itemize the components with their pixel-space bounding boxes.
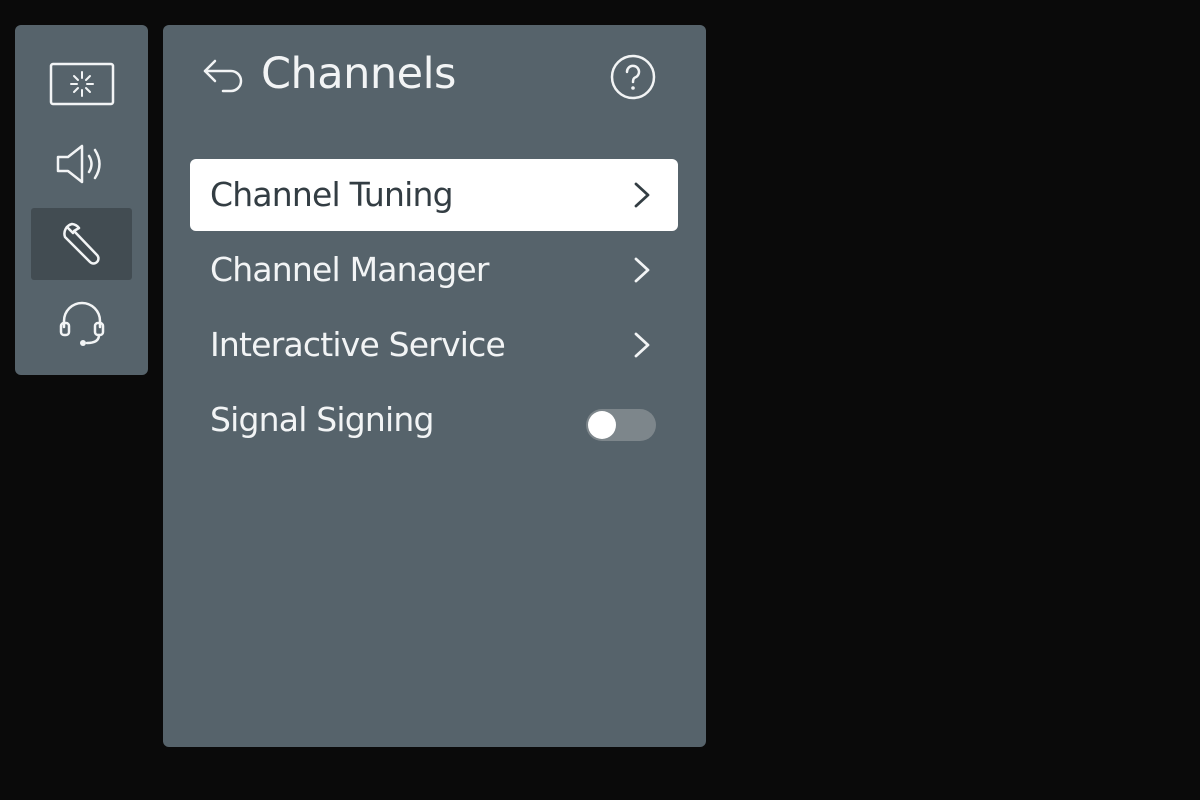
toggle-knob	[588, 411, 616, 439]
rail-item-support[interactable]	[31, 288, 132, 360]
menu-item-label: Signal Signing	[210, 400, 434, 439]
menu-item-signal-signing[interactable]: Signal Signing	[190, 384, 678, 456]
channels-panel: Channels Channel Tuning Channel Manager	[163, 25, 706, 747]
speaker-icon	[56, 144, 101, 184]
menu-item-label: Channel Tuning	[210, 175, 454, 214]
settings-menu: Channel Tuning Channel Manager Interacti…	[190, 159, 678, 459]
signal-signing-toggle[interactable]	[586, 409, 656, 441]
tv-settings-screen: Channels Channel Tuning Channel Manager	[0, 0, 1200, 800]
menu-item-interactive-service[interactable]: Interactive Service	[190, 309, 678, 381]
rail-item-sound[interactable]	[31, 128, 132, 200]
back-arrow-icon[interactable]	[201, 55, 247, 95]
picture-icon	[49, 62, 114, 106]
chevron-right-icon	[634, 257, 650, 283]
panel-header: Channels	[201, 45, 668, 105]
headset-icon	[59, 301, 104, 346]
chevron-right-icon	[634, 182, 650, 208]
wrench-icon	[62, 222, 100, 265]
menu-item-channel-manager[interactable]: Channel Manager	[190, 234, 678, 306]
page-title: Channels	[261, 49, 456, 99]
rail-item-picture[interactable]	[31, 48, 132, 120]
category-rail	[15, 25, 148, 375]
menu-item-label: Channel Manager	[210, 250, 489, 289]
rail-item-general[interactable]	[31, 208, 132, 280]
menu-item-label: Interactive Service	[210, 325, 506, 364]
chevron-right-icon	[634, 332, 650, 358]
help-icon[interactable]	[609, 53, 657, 101]
menu-item-channel-tuning[interactable]: Channel Tuning	[190, 159, 678, 231]
